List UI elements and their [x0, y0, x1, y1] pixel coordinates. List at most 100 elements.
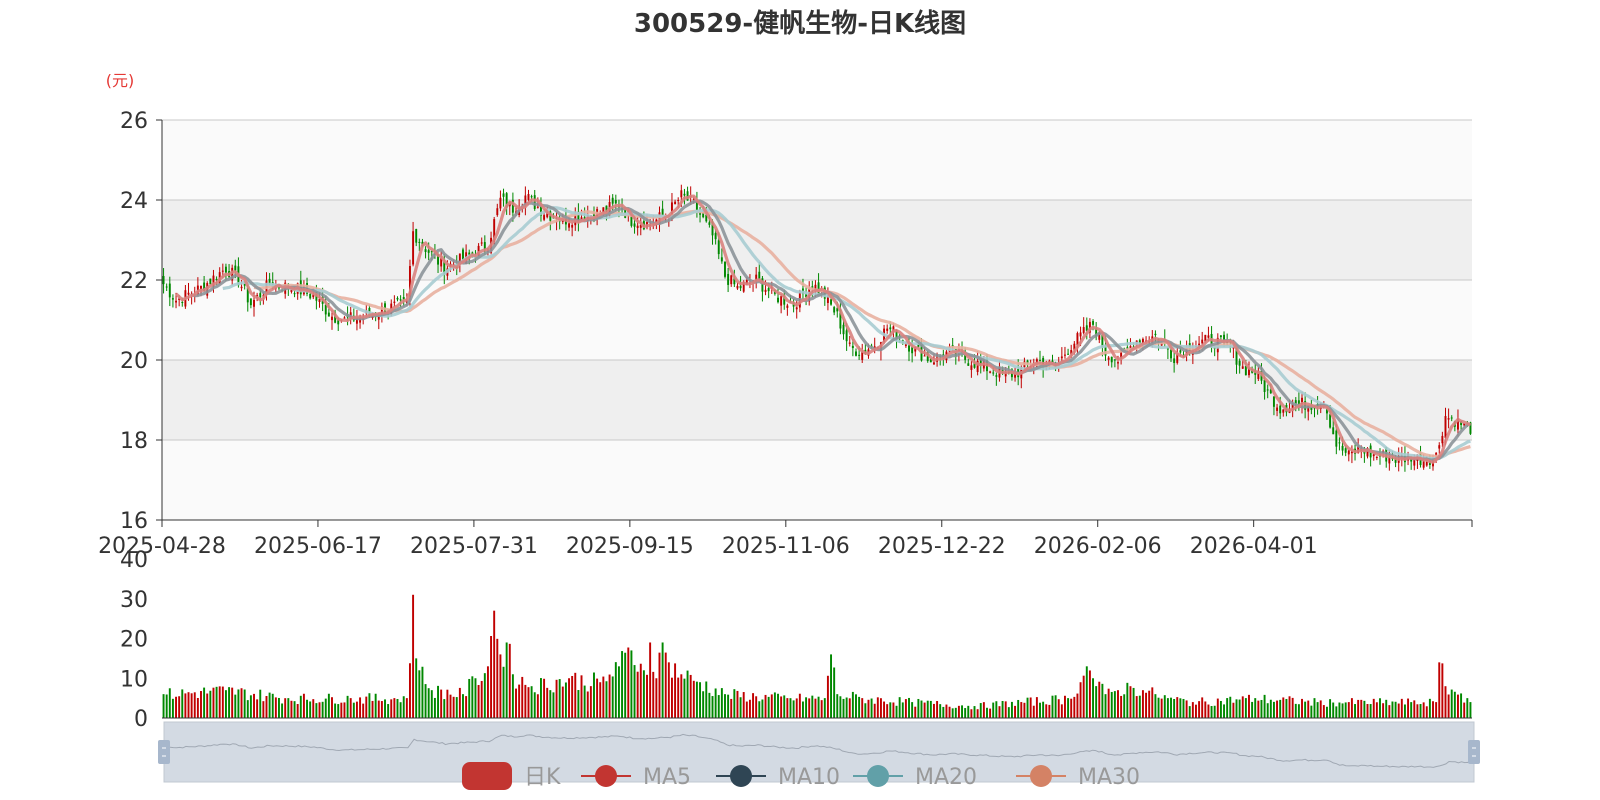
volume-bar[interactable] — [505, 642, 508, 718]
volume-bar[interactable] — [939, 704, 942, 718]
volume-bar[interactable] — [221, 686, 224, 718]
volume-bar[interactable] — [265, 696, 268, 718]
volume-bar[interactable] — [951, 708, 954, 718]
volume-bar[interactable] — [181, 689, 184, 718]
volume-bar[interactable] — [306, 699, 309, 718]
volume-bar[interactable] — [1017, 699, 1020, 718]
volume-bar[interactable] — [1201, 697, 1204, 718]
volume-bar[interactable] — [845, 697, 848, 718]
volume-bar[interactable] — [1394, 701, 1397, 718]
volume-bar[interactable] — [1272, 701, 1275, 718]
volume-bar[interactable] — [1076, 693, 1079, 718]
volume-bar[interactable] — [1350, 698, 1353, 718]
volume-bar[interactable] — [171, 698, 174, 718]
volume-bar[interactable] — [449, 694, 452, 718]
volume-bar[interactable] — [212, 687, 215, 718]
volume-bar[interactable] — [480, 680, 483, 718]
volume-bar[interactable] — [1254, 698, 1257, 718]
volume-bar[interactable] — [998, 706, 1001, 718]
volume-bar[interactable] — [249, 695, 252, 718]
volume-bar[interactable] — [932, 703, 935, 718]
volume-bar[interactable] — [867, 699, 870, 718]
volume-bar[interactable] — [178, 696, 181, 718]
volume-bar[interactable] — [271, 693, 274, 718]
volume-bar[interactable] — [1375, 702, 1378, 718]
volume-bar[interactable] — [1385, 699, 1388, 718]
volume-bar[interactable] — [1276, 700, 1279, 718]
volume-bar[interactable] — [1042, 701, 1045, 718]
volume-bar[interactable] — [1372, 698, 1375, 718]
volume-bar[interactable] — [889, 702, 892, 718]
volume-bar[interactable] — [1360, 699, 1363, 718]
volume-bar[interactable] — [490, 635, 493, 718]
volume-bar[interactable] — [477, 684, 480, 718]
volume-bar[interactable] — [493, 610, 496, 718]
volume-bar[interactable] — [474, 678, 477, 718]
volume-bar[interactable] — [302, 693, 305, 718]
volume-bar[interactable] — [876, 697, 879, 718]
volume-bar[interactable] — [1110, 691, 1113, 718]
volume-bar[interactable] — [1294, 703, 1297, 718]
volume-bar[interactable] — [1251, 701, 1254, 718]
volume-bar[interactable] — [823, 698, 826, 718]
volume-bar[interactable] — [1216, 698, 1219, 718]
volume-bar[interactable] — [783, 695, 786, 718]
volume-bar[interactable] — [1316, 702, 1319, 718]
volume-bar[interactable] — [761, 699, 764, 718]
volume-bar[interactable] — [1188, 706, 1191, 718]
volume-bar[interactable] — [1095, 686, 1098, 718]
volume-bar[interactable] — [979, 703, 982, 718]
candle[interactable] — [209, 278, 212, 285]
volume-bar[interactable] — [433, 697, 436, 718]
volume-bar[interactable] — [1382, 703, 1385, 718]
volume-bar[interactable] — [1422, 702, 1425, 718]
volume-bar[interactable] — [1379, 698, 1381, 718]
volume-bar[interactable] — [446, 689, 449, 718]
volume-bar[interactable] — [334, 703, 337, 718]
volume-bar[interactable] — [1329, 699, 1332, 718]
volume-bar[interactable] — [355, 701, 358, 718]
volume-bar[interactable] — [237, 689, 240, 718]
volume-bar[interactable] — [1151, 687, 1154, 718]
volume-bar[interactable] — [1138, 695, 1141, 718]
volume-bar[interactable] — [986, 707, 988, 718]
volume-bar[interactable] — [758, 701, 761, 718]
volume-bar[interactable] — [820, 700, 823, 718]
legend-item-ma20[interactable]: MA20 — [853, 765, 977, 790]
volume-bar[interactable] — [462, 694, 464, 718]
volume-bar[interactable] — [792, 700, 795, 718]
volume-bar[interactable] — [686, 670, 689, 718]
volume-bar[interactable] — [914, 706, 917, 718]
volume-bar[interactable] — [1210, 706, 1213, 718]
volume-bar[interactable] — [1229, 696, 1232, 718]
volume-bar[interactable] — [599, 682, 602, 718]
volume-bar[interactable] — [1063, 695, 1066, 718]
candle[interactable] — [724, 261, 726, 279]
volume-bar[interactable] — [508, 643, 511, 718]
volume-bar[interactable] — [427, 688, 430, 718]
volume-bar[interactable] — [973, 706, 976, 718]
volume-bar[interactable] — [293, 701, 296, 718]
volume-bar[interactable] — [995, 701, 998, 718]
volume-bar[interactable] — [1026, 697, 1029, 718]
volume-bar[interactable] — [1388, 705, 1391, 718]
volume-bar[interactable] — [1260, 699, 1263, 718]
volume-bar[interactable] — [1291, 697, 1294, 718]
volume-bar[interactable] — [430, 690, 433, 718]
volume-bar[interactable] — [1191, 702, 1194, 718]
volume-bar[interactable] — [1447, 694, 1450, 718]
volume-bar[interactable] — [630, 650, 633, 718]
volume-bar[interactable] — [923, 702, 926, 718]
volume-bar[interactable] — [1092, 678, 1095, 718]
volume-bar[interactable] — [1182, 698, 1185, 718]
volume-bar[interactable] — [1048, 704, 1051, 718]
volume-bar[interactable] — [1082, 675, 1085, 718]
volume-bar[interactable] — [917, 698, 920, 718]
volume-bar[interactable] — [945, 704, 948, 718]
volume-bar[interactable] — [658, 652, 661, 718]
volume-bar[interactable] — [839, 696, 842, 718]
volume-bar[interactable] — [1341, 703, 1344, 718]
volume-bar[interactable] — [564, 682, 567, 718]
volume-bar[interactable] — [1403, 704, 1406, 718]
volume-bar[interactable] — [424, 684, 427, 718]
